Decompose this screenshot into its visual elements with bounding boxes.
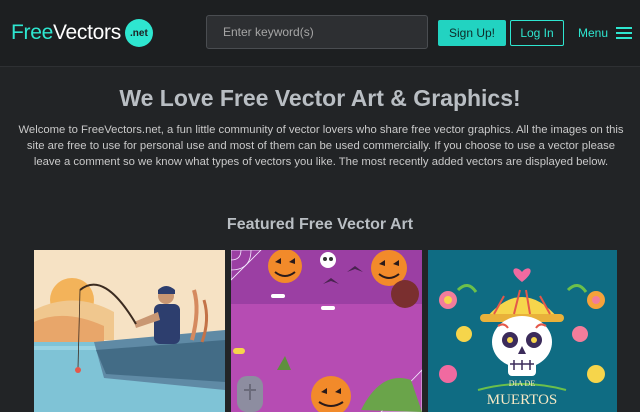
menu-label: Menu: [578, 26, 609, 40]
top-navigation-bar: Free Vectors .net Sign Up! Log In Menu: [0, 0, 640, 67]
featured-card-fisherman[interactable]: [34, 250, 225, 412]
intro-paragraph: Welcome to FreeVectors.net, a fun little…: [18, 124, 624, 168]
hamburger-icon: [616, 27, 633, 39]
featured-card-dia-de-muertos[interactable]: DIA DE MUERTOS: [428, 250, 617, 412]
dia-de-muertos-illustration: DIA DE MUERTOS: [428, 250, 617, 412]
fisherman-illustration: [34, 250, 225, 412]
logo-text-free: Free: [11, 21, 53, 44]
featured-card-halloween[interactable]: [231, 250, 422, 412]
login-button[interactable]: Log In: [510, 20, 564, 46]
logo-text-vectors: Vectors: [52, 21, 121, 44]
search-input[interactable]: [206, 15, 428, 49]
featured-section-title: Featured Free Vector Art: [226, 216, 414, 233]
signup-button[interactable]: Sign Up!: [438, 20, 506, 46]
halloween-illustration: [231, 250, 422, 412]
site-logo[interactable]: Free Vectors .net: [11, 17, 153, 49]
logo-net-badge: .net: [124, 19, 153, 47]
card-text-muertos: MUERTOS: [487, 392, 558, 408]
card-text-dia-de: DIA DE: [509, 379, 536, 388]
page-title: We Love Free Vector Art & Graphics!: [119, 85, 521, 111]
menu-button[interactable]: Menu: [578, 22, 633, 44]
